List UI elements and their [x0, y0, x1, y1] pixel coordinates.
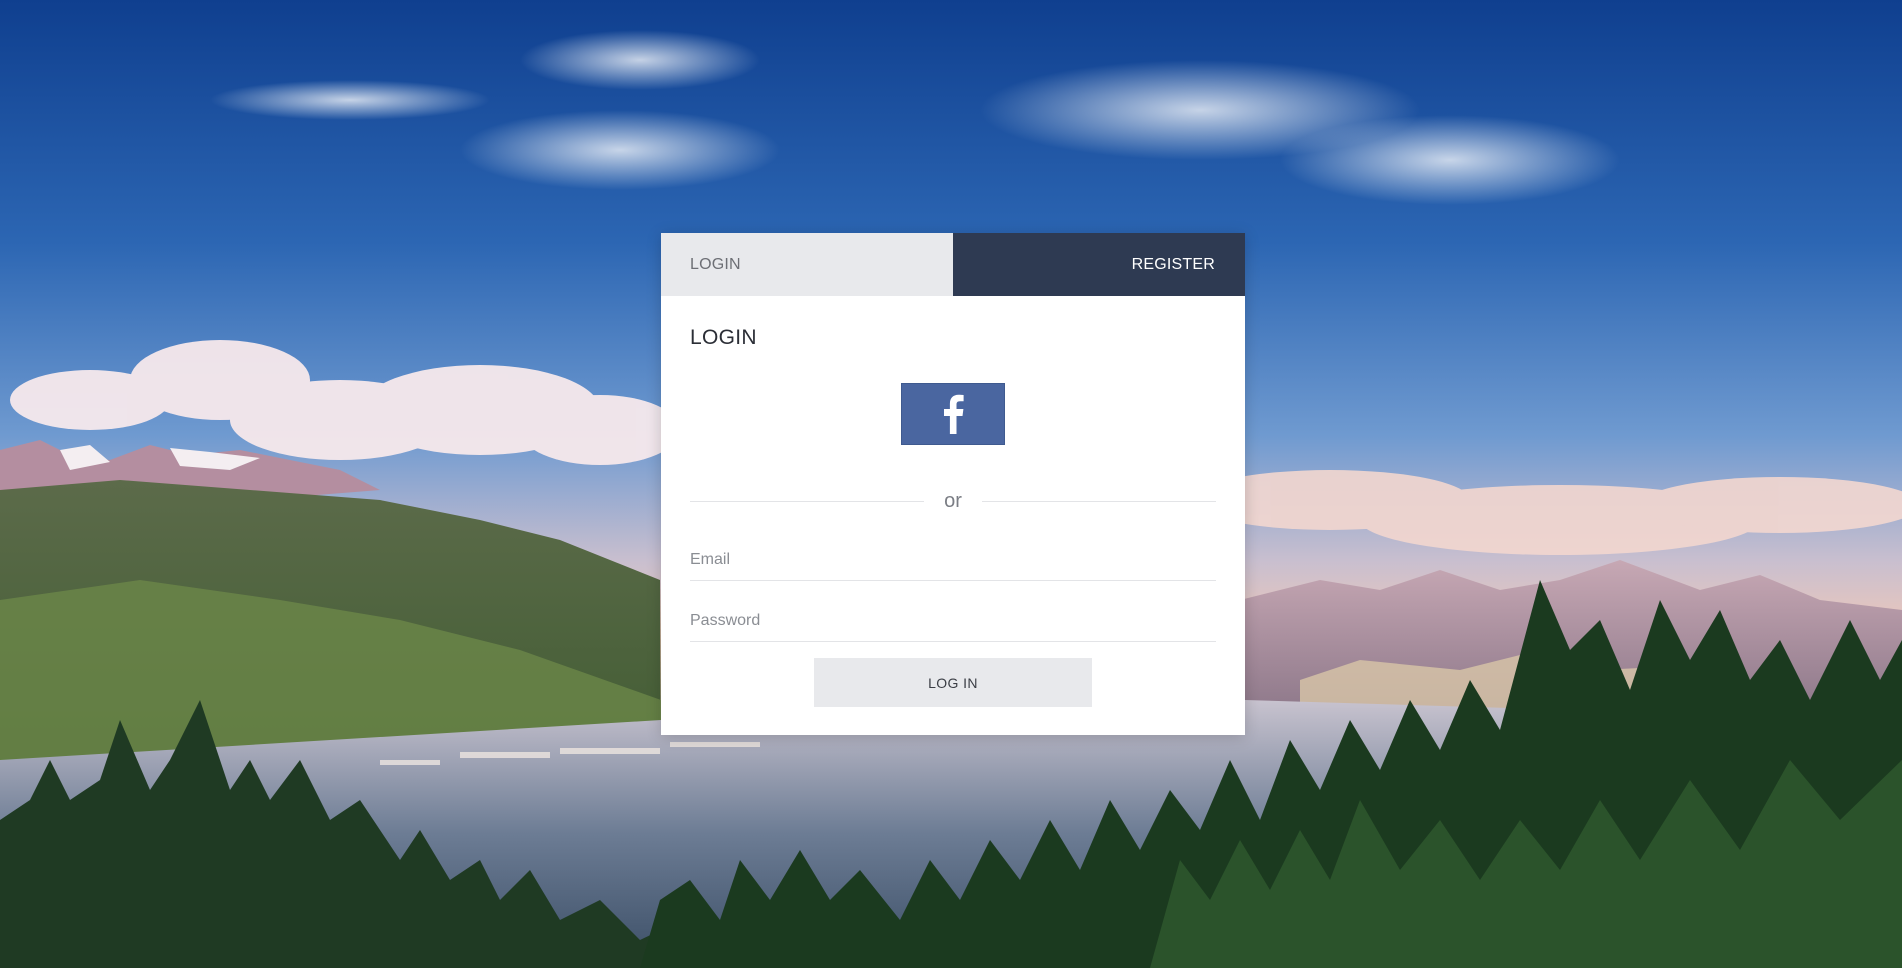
or-divider: or	[690, 489, 1217, 513]
facebook-login-button[interactable]	[901, 383, 1005, 445]
tab-login-label: LOGIN	[690, 255, 741, 273]
email-field[interactable]	[690, 543, 1216, 577]
email-field-wrapper	[690, 543, 1216, 581]
form-title: LOGIN	[690, 326, 757, 349]
tab-login[interactable]: LOGIN	[661, 233, 953, 296]
login-form: LOGIN or LOG IN	[661, 326, 1245, 707]
login-button[interactable]: LOG IN	[814, 658, 1092, 707]
divider-text: or	[944, 490, 962, 512]
social-login	[690, 383, 1216, 445]
submit-wrapper: LOG IN	[690, 658, 1216, 707]
tab-register-label: REGISTER	[1131, 255, 1215, 273]
auth-card: LOGIN REGISTER LOGIN or Email LOG IN	[661, 233, 1245, 735]
password-field-wrapper	[690, 604, 1216, 642]
page: LOGIN REGISTER LOGIN or Email LOG IN	[0, 0, 1902, 968]
password-field[interactable]	[690, 604, 1216, 638]
tab-register[interactable]: REGISTER	[953, 233, 1245, 296]
divider-line-right	[981, 500, 1217, 502]
divider-line-left	[690, 500, 925, 502]
auth-tabs: LOGIN REGISTER	[661, 233, 1245, 296]
facebook-icon	[944, 394, 964, 434]
